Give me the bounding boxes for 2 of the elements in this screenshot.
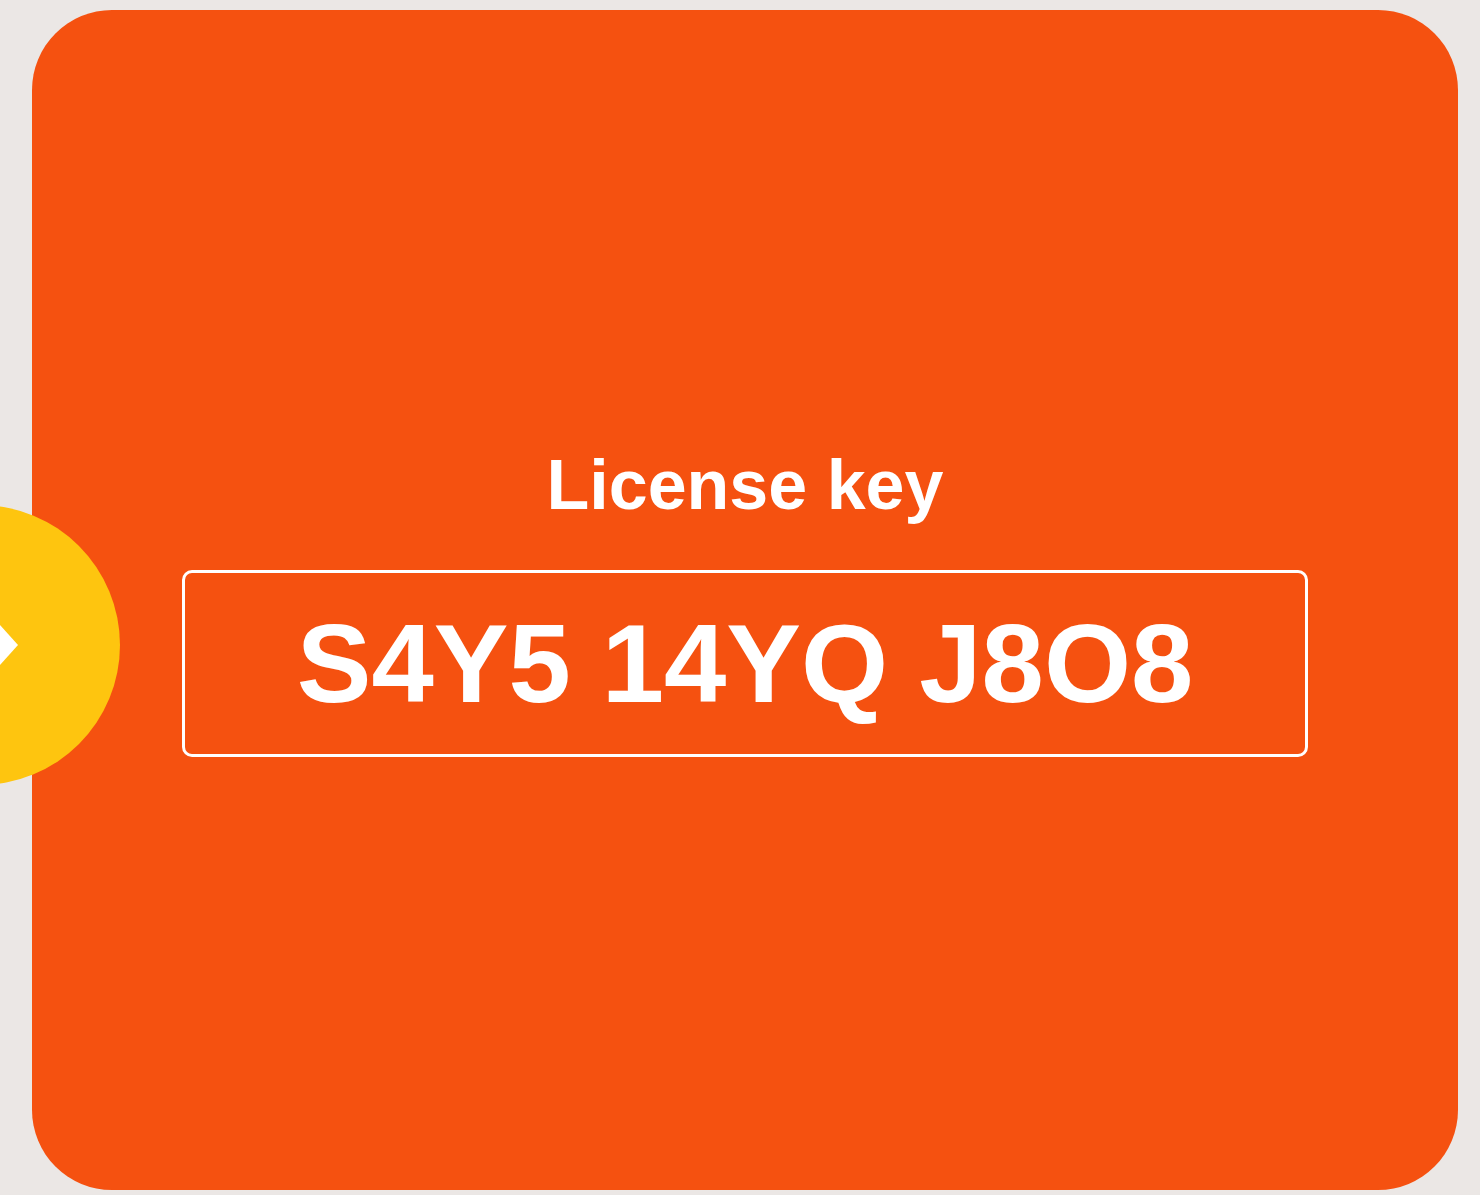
license-key-field: S4Y5 14YQ J8O8 bbox=[182, 570, 1308, 757]
chevron-right-icon bbox=[0, 625, 20, 665]
